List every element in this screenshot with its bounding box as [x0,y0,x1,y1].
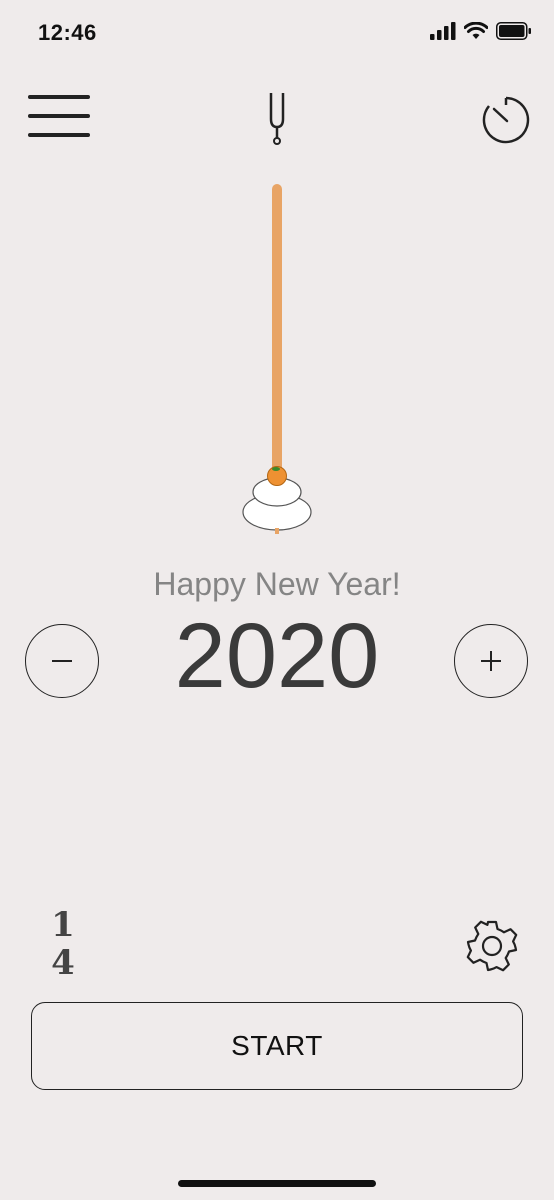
cellular-signal-icon [430,22,456,40]
time-signature-denominator: 4 [51,943,75,983]
tuner-button[interactable] [255,88,299,148]
minus-icon [52,660,72,662]
stopwatch-icon [482,96,530,144]
menu-button[interactable] [24,88,94,144]
status-bar: 12:46 [0,0,554,70]
metronome-pendulum [232,178,322,540]
hamburger-menu-icon [28,95,90,137]
subtitle: Happy New Year! [153,566,401,602]
start-button[interactable]: START [31,1002,523,1090]
status-icons [430,22,532,40]
timer-button[interactable] [478,92,534,148]
increase-tempo-button[interactable] [454,624,528,698]
wifi-icon [464,22,488,39]
home-indicator[interactable] [178,1180,376,1187]
battery-icon [496,22,531,40]
decrease-tempo-button[interactable] [25,624,99,698]
settings-button[interactable] [462,916,522,976]
pendulum-rod [272,184,282,480]
time-signature-numerator: 1 [51,905,75,945]
kagami-mochi-icon [242,466,312,534]
gear-icon [466,920,518,972]
status-time: 12:46 [38,20,97,45]
time-signature-button[interactable]: 1 4 [44,908,82,980]
plus-icon [481,651,501,671]
tuning-fork-icon [269,93,285,145]
